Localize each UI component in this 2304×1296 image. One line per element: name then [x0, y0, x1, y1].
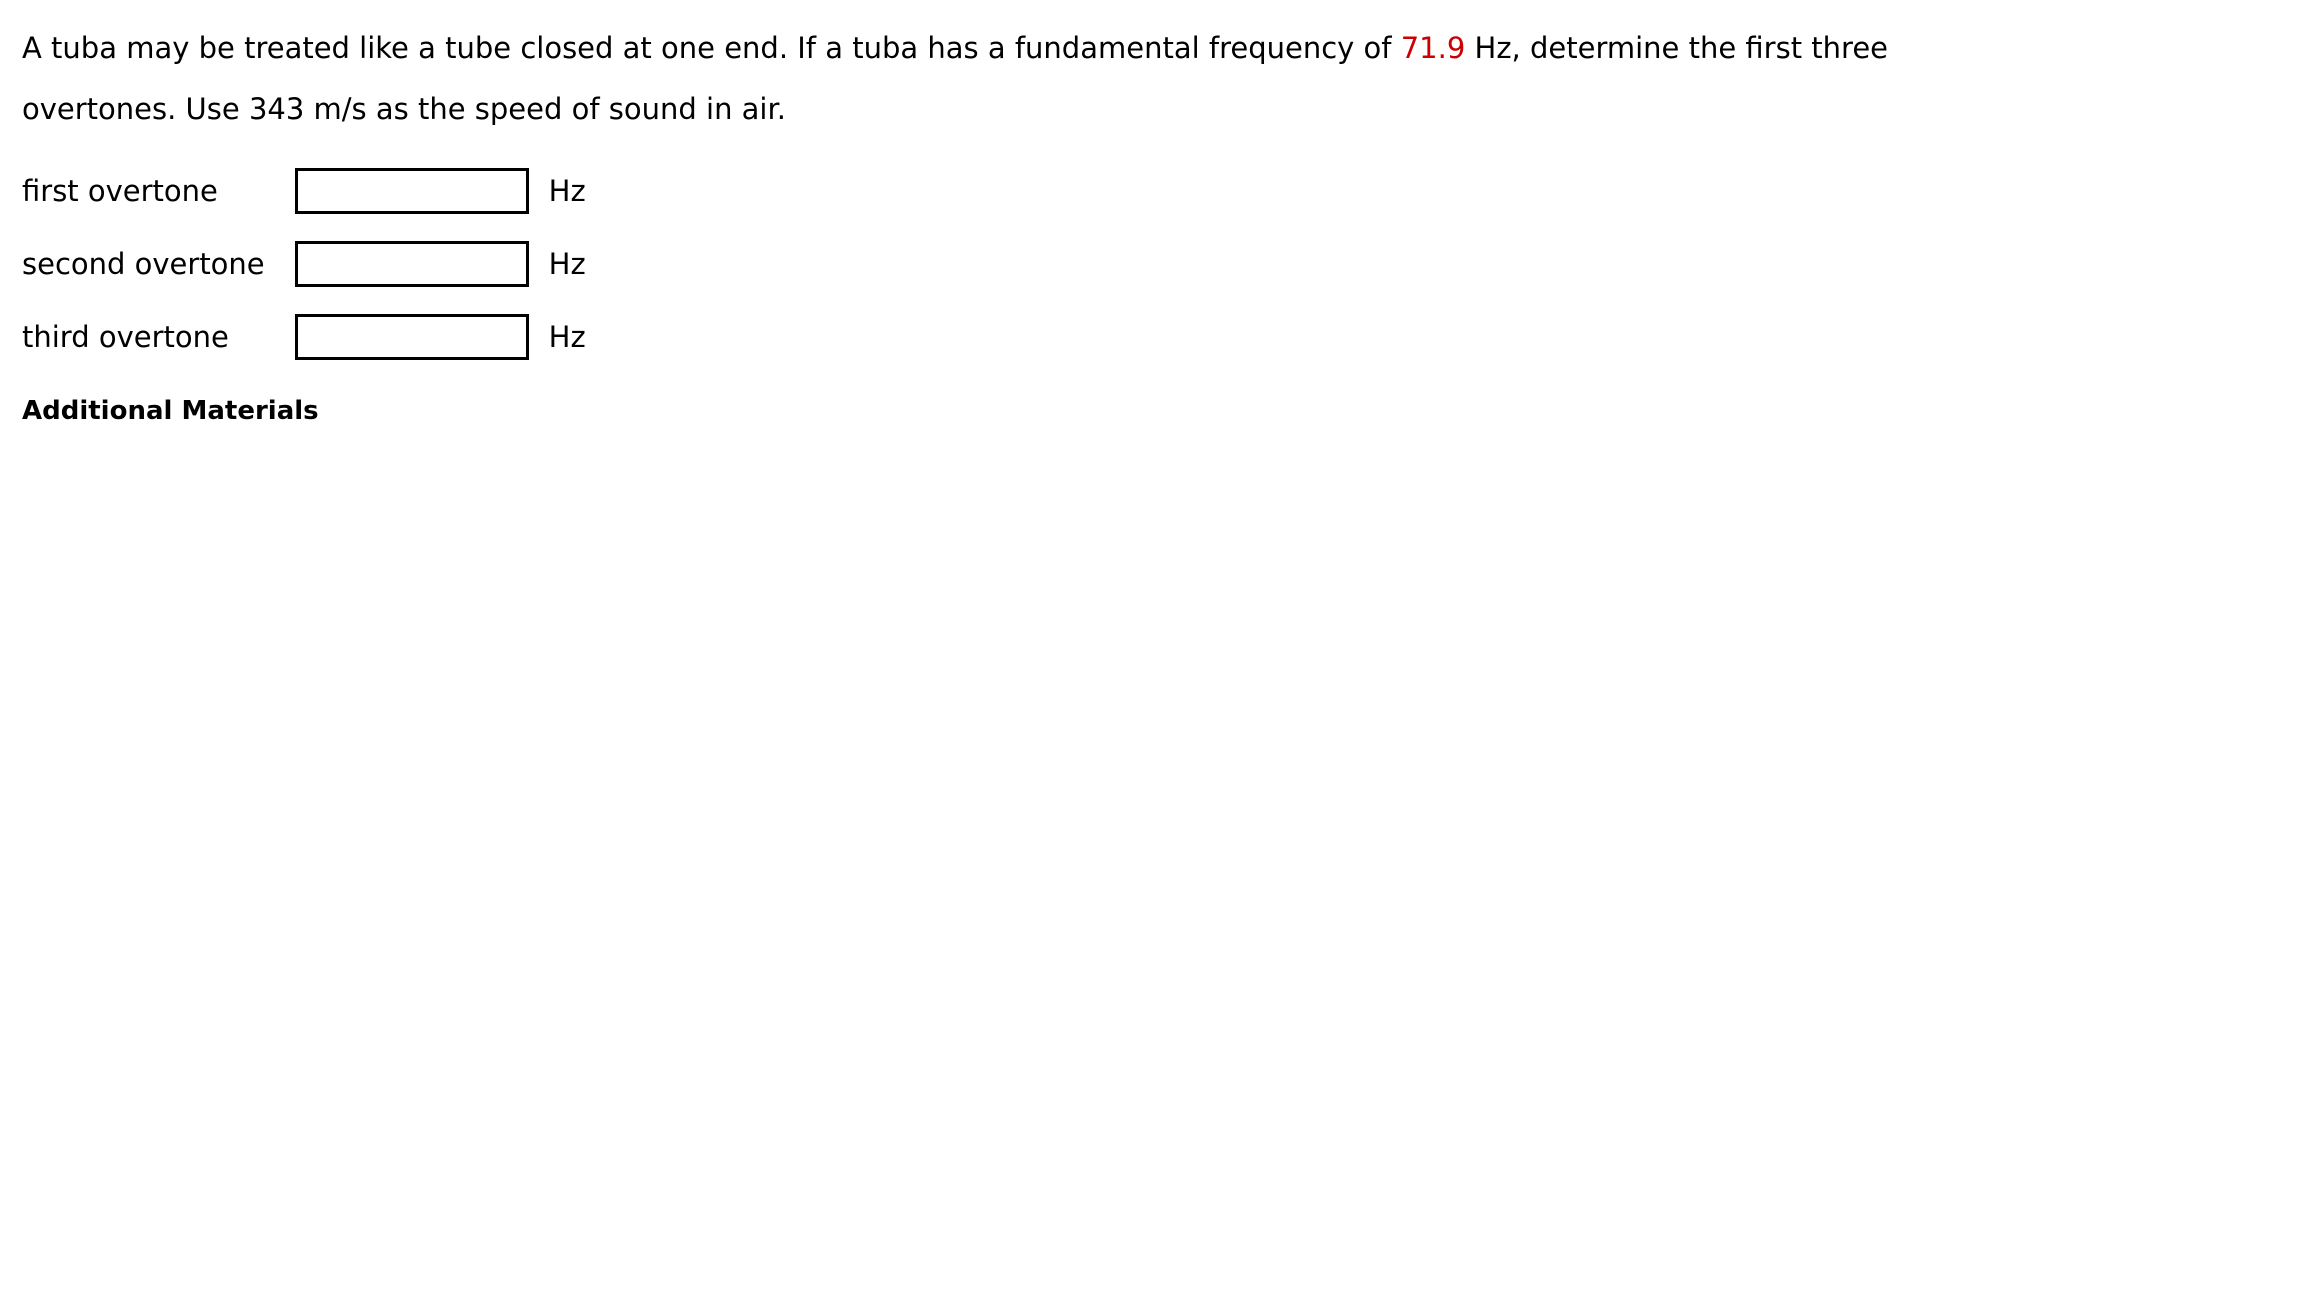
- answer-table: first overtone Hz second overtone Hz thi…: [22, 154, 586, 373]
- first-overtone-label: first overtone: [22, 173, 218, 208]
- answer-table-body: first overtone Hz second overtone Hz thi…: [22, 154, 586, 373]
- question-text: A tuba may be treated like a tube closed…: [22, 18, 1922, 140]
- question-page: A tuba may be treated like a tube closed…: [0, 0, 2304, 1296]
- second-overtone-unit: Hz: [548, 246, 586, 281]
- first-overtone-input-cell: [294, 154, 535, 227]
- table-row: first overtone Hz: [22, 154, 586, 227]
- second-overtone-input-cell: [294, 227, 535, 300]
- third-overtone-input-cell: [294, 300, 535, 373]
- second-overtone-label: second overtone: [22, 246, 265, 281]
- second-overtone-input[interactable]: [294, 240, 529, 287]
- first-overtone-input[interactable]: [294, 167, 529, 214]
- third-overtone-unit: Hz: [548, 319, 586, 354]
- table-row: second overtone Hz: [22, 227, 586, 300]
- fundamental-frequency-value: 71.9: [1400, 31, 1466, 65]
- third-overtone-input[interactable]: [294, 313, 529, 360]
- question-text-part-1: A tuba may be treated like a tube closed…: [22, 31, 1392, 65]
- third-overtone-label: third overtone: [22, 319, 229, 354]
- table-row: third overtone Hz: [22, 300, 586, 373]
- additional-materials-heading: Additional Materials: [22, 396, 319, 426]
- first-overtone-unit: Hz: [548, 173, 586, 208]
